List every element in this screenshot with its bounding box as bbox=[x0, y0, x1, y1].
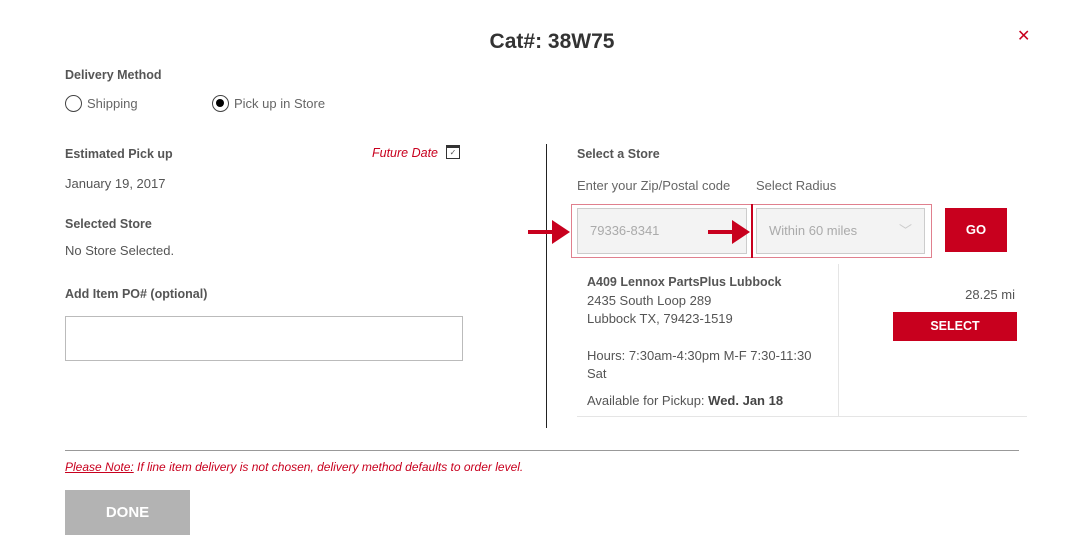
select-store-button[interactable]: SELECT bbox=[893, 312, 1017, 341]
arrow-icon bbox=[528, 220, 570, 244]
note-text: If line item delivery is not chosen, del… bbox=[133, 460, 524, 474]
store-availability: Available for Pickup: Wed. Jan 18 bbox=[587, 393, 783, 408]
note-prefix: Please Note: bbox=[65, 460, 134, 474]
radius-label: Select Radius bbox=[756, 178, 837, 193]
arrow-icon bbox=[708, 220, 750, 244]
availability-date: Wed. Jan 18 bbox=[708, 393, 784, 408]
close-icon[interactable]: ✕ bbox=[1017, 26, 1030, 46]
radius-select[interactable]: Within 60 miles ﹀ bbox=[756, 208, 925, 254]
availability-label: Available for Pickup: bbox=[587, 393, 705, 408]
estimated-pickup-label: Estimated Pick up bbox=[65, 147, 173, 161]
go-button[interactable]: GO bbox=[945, 208, 1007, 252]
store-result: A409 Lennox PartsPlus Lubbock 2435 South… bbox=[577, 264, 1027, 417]
po-label: Add Item PO# (optional) bbox=[65, 287, 208, 301]
chevron-down-icon: ﹀ bbox=[898, 223, 912, 238]
store-address-2: Lubbock TX, 79423-1519 bbox=[587, 311, 733, 326]
calendar-icon[interactable]: ✓ bbox=[446, 145, 460, 159]
store-address-1: 2435 South Loop 289 bbox=[587, 293, 712, 308]
pickup-date: January 19, 2017 bbox=[65, 176, 166, 191]
store-hours: Hours: 7:30am-4:30pm M-F 7:30-11:30 Sat bbox=[587, 348, 812, 381]
radio-pickup-in-store[interactable]: Pick up in Store bbox=[212, 95, 326, 113]
done-button[interactable]: DONE bbox=[65, 490, 190, 535]
zip-label: Enter your Zip/Postal code bbox=[577, 178, 731, 193]
divider bbox=[546, 144, 547, 428]
selected-store-value: No Store Selected. bbox=[65, 243, 175, 258]
select-store-title: Select a Store bbox=[577, 147, 660, 161]
store-distance: 28.25 mi bbox=[965, 287, 1015, 302]
highlight-divider bbox=[751, 204, 753, 258]
radius-value: Within 60 miles bbox=[769, 223, 858, 238]
divider bbox=[65, 450, 1019, 451]
radio-label: Shipping bbox=[87, 96, 138, 112]
delivery-method-label: Delivery Method bbox=[65, 68, 162, 82]
page-title: Cat#: 38W75 bbox=[489, 30, 615, 53]
future-date-link[interactable]: Future Date bbox=[372, 146, 438, 160]
po-input[interactable] bbox=[65, 316, 463, 361]
radio-shipping[interactable]: Shipping bbox=[65, 95, 138, 113]
note: Please Note: If line item delivery is no… bbox=[65, 460, 523, 474]
radio-label: Pick up in Store bbox=[234, 96, 326, 112]
store-name: A409 Lennox PartsPlus Lubbock bbox=[587, 275, 782, 289]
selected-store-label: Selected Store bbox=[65, 217, 152, 231]
